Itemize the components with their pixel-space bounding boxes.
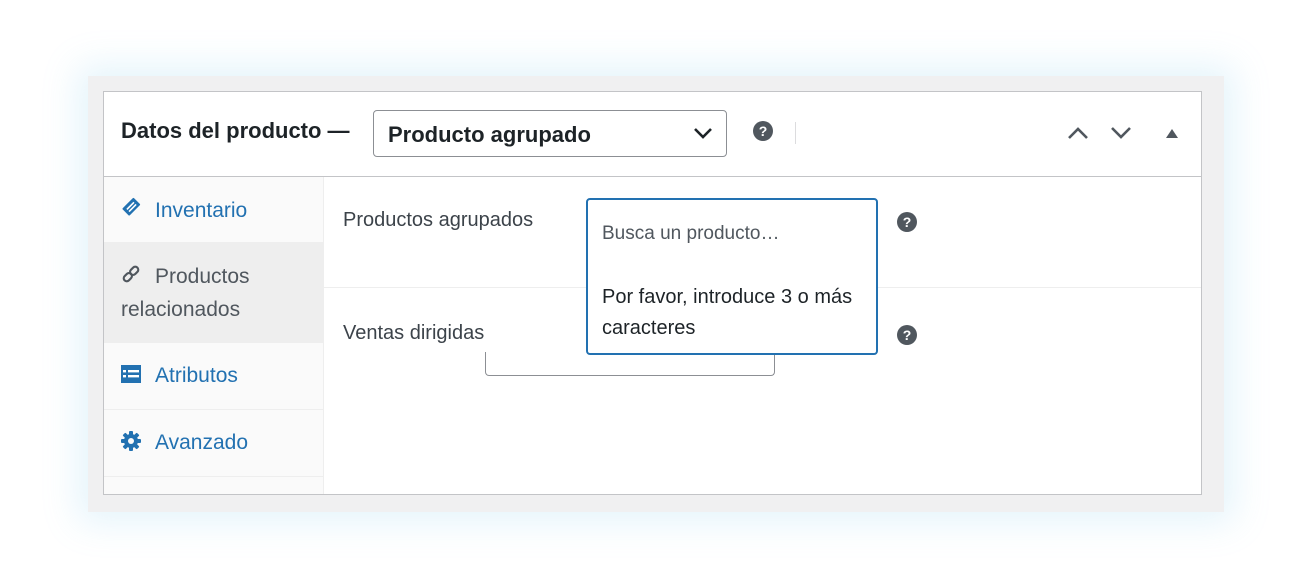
help-icon[interactable]: ? xyxy=(897,325,917,350)
header-divider xyxy=(795,122,796,144)
tab-label: Avanzado xyxy=(155,431,249,454)
help-icon[interactable]: ? xyxy=(897,212,917,237)
gear-icon xyxy=(121,431,141,456)
product-type-value: Producto agrupado xyxy=(388,122,591,147)
svg-text:?: ? xyxy=(903,214,912,230)
tab-label-line1: Productos xyxy=(155,265,250,288)
tab-productos-relacionados[interactable]: Productos relacionados xyxy=(104,243,323,343)
link-icon xyxy=(121,264,141,289)
min-characters-message: Por favor, introduce 3 o más caracteres xyxy=(602,286,853,339)
help-icon[interactable]: ? xyxy=(753,121,773,146)
product-data-tabs: Inventario Productos relacionados Atribu… xyxy=(104,177,324,494)
chevron-down-icon xyxy=(692,125,714,146)
tag-icon xyxy=(121,195,143,222)
product-type-select[interactable]: Producto agrupado xyxy=(373,110,727,157)
move-up-button[interactable] xyxy=(1066,125,1090,146)
tab-avanzado[interactable]: Avanzado xyxy=(104,410,323,477)
grouped-products-label: Productos agrupados xyxy=(343,209,534,231)
move-down-button[interactable] xyxy=(1109,125,1133,146)
metabox-title: Datos del producto — xyxy=(121,118,350,143)
collapse-toggle-button[interactable] xyxy=(1165,127,1179,145)
metabox-header: Datos del producto — Producto agrupado ? xyxy=(104,92,1201,177)
tab-atributos[interactable]: Atributos xyxy=(104,343,323,410)
upsells-label: Ventas dirigidas xyxy=(343,322,485,344)
tab-label-line2: relacionados xyxy=(121,298,241,321)
product-search-input[interactable] xyxy=(602,223,862,245)
tab-label: Atributos xyxy=(155,364,238,387)
upsells-input[interactable] xyxy=(485,352,775,376)
table-icon xyxy=(121,365,141,388)
svg-text:?: ? xyxy=(903,327,912,343)
tab-inventario[interactable]: Inventario xyxy=(104,177,323,243)
svg-text:?: ? xyxy=(759,123,768,139)
product-search-dropdown: Por favor, introduce 3 o más caracteres xyxy=(586,198,878,355)
tab-label: Inventario xyxy=(155,199,248,222)
